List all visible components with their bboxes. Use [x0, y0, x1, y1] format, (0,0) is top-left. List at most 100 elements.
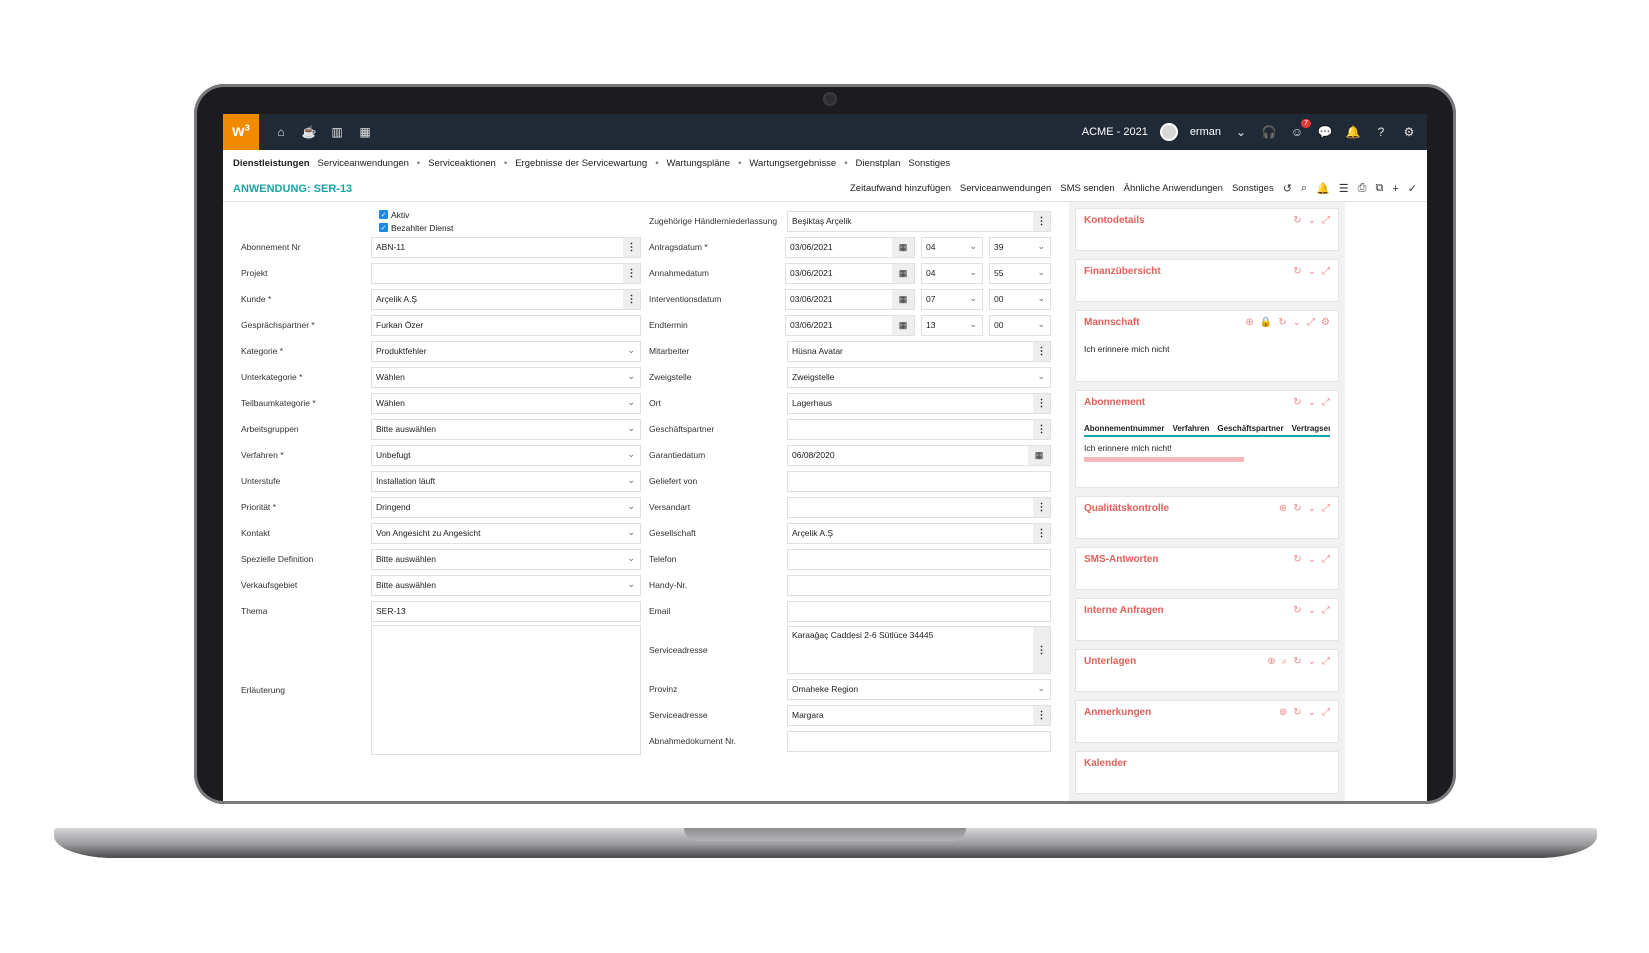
input-field[interactable]: Furkan Özer	[371, 314, 641, 336]
expand-icon[interactable]: ⤢	[1322, 397, 1330, 408]
input-field[interactable]	[787, 470, 1051, 492]
more-icon[interactable]: ⋮	[1033, 705, 1050, 725]
refresh-icon[interactable]: ↻	[1293, 266, 1301, 277]
haendler-field[interactable]: Beşiktaş Arçelik ⋮	[787, 210, 1051, 232]
more-icon[interactable]: ⋮	[1033, 627, 1050, 673]
panel-title[interactable]: Anmerkungen	[1084, 707, 1151, 718]
chevron-down-icon[interactable]: ⌄	[627, 579, 635, 590]
select-field[interactable]: Produktfehler ⌄	[371, 340, 641, 362]
calendar-icon[interactable]: ▦	[892, 263, 914, 283]
chevron-down-icon[interactable]: ⌄	[627, 553, 635, 564]
chevron-down-icon[interactable]: ⌄	[1037, 241, 1045, 252]
user-name[interactable]: erman	[1190, 126, 1221, 138]
add-icon[interactable]: ⊕	[1245, 317, 1253, 328]
chat-icon[interactable]: 💬	[1317, 124, 1333, 140]
input-field[interactable]: Hüsna Avatar ⋮	[787, 340, 1051, 362]
search-icon[interactable]: ⌕	[1301, 182, 1307, 195]
date-input[interactable]: 03/06/2021 ▦	[785, 288, 915, 310]
more-icon[interactable]: ⋮	[1033, 497, 1050, 517]
gear-icon[interactable]: ⚙	[1401, 124, 1417, 140]
check-icon[interactable]: ✓	[1408, 182, 1417, 195]
table-header[interactable]: Geschäftspartner	[1217, 424, 1283, 433]
date-input[interactable]: 03/06/2021 ▦	[785, 262, 915, 284]
chevron-down-icon[interactable]: ⌄	[1037, 293, 1045, 304]
hour-select[interactable]: 13 ⌄	[921, 314, 983, 336]
smiley-icon[interactable]: ☺ 7	[1289, 119, 1311, 140]
input-field[interactable]: ⋮	[787, 418, 1051, 440]
chevron-down-icon[interactable]: ⌄	[627, 501, 635, 512]
chevron-down-icon[interactable]: ⌄	[627, 397, 635, 408]
add-icon[interactable]: ⊕	[1267, 656, 1275, 667]
chevron-down-icon[interactable]: ⌄	[1308, 707, 1316, 718]
more-icon[interactable]: ⋮	[1033, 393, 1050, 413]
menu-item[interactable]: Wartungsergebnisse	[749, 158, 836, 169]
input-field[interactable]: Arçelik A.Ş ⋮	[371, 288, 641, 310]
bell-icon[interactable]: 🔔	[1345, 124, 1361, 140]
chevron-down-icon[interactable]: ⌄	[627, 423, 635, 434]
chart-icon[interactable]: ▥	[329, 124, 345, 140]
headset-icon[interactable]: 🎧	[1261, 124, 1277, 140]
table-header[interactable]: Verfahren	[1172, 424, 1209, 433]
more-icon[interactable]: ⋮	[623, 289, 640, 309]
table-header[interactable]: Abonnementnummer	[1084, 424, 1164, 433]
coffee-icon[interactable]: ☕	[301, 124, 317, 140]
chevron-down-icon[interactable]: ⌄	[969, 319, 977, 330]
select-field[interactable]: Von Angesicht zu Angesicht ⌄	[371, 522, 641, 544]
calendar-icon[interactable]: ▦	[357, 124, 373, 140]
minute-select[interactable]: 39 ⌄	[989, 236, 1051, 258]
more-icon[interactable]: ⋮	[1033, 341, 1050, 361]
hour-select[interactable]: 07 ⌄	[921, 288, 983, 310]
chevron-down-icon[interactable]: ⌄	[627, 527, 635, 538]
input-field[interactable]	[787, 548, 1051, 570]
menu-item[interactable]: Dienstplan	[856, 158, 901, 169]
menu-item-dienstleistungen[interactable]: Dienstleistungen	[233, 158, 310, 169]
action-button[interactable]: Serviceanwendungen	[960, 183, 1051, 194]
add-icon[interactable]: ⊕	[1279, 503, 1287, 514]
table-header[interactable]: Vertragsende	[1292, 424, 1330, 433]
chevron-down-icon[interactable]: ⌄	[627, 345, 635, 356]
more-icon[interactable]: ⋮	[1033, 211, 1050, 231]
chevron-down-icon[interactable]: ⌄	[1308, 656, 1316, 667]
input-field[interactable]	[787, 600, 1051, 622]
select-field[interactable]: Bitte auswählen ⌄	[371, 548, 641, 570]
menu-item[interactable]: Serviceaktionen	[428, 158, 496, 169]
add-icon[interactable]: +	[1392, 183, 1398, 195]
panel-title[interactable]: Interne Anfragen	[1084, 605, 1164, 616]
expand-icon[interactable]: ⤢	[1322, 215, 1330, 226]
refresh-icon[interactable]: ↻	[1278, 317, 1286, 328]
action-button[interactable]: Sonstiges	[1232, 183, 1274, 194]
menu-item[interactable]: Serviceanwendungen	[318, 158, 409, 169]
home-icon[interactable]: ⌂	[273, 124, 289, 140]
chevron-down-icon[interactable]: ⌄	[627, 475, 635, 486]
company-label[interactable]: ACME - 2021	[1082, 126, 1148, 138]
input-field[interactable]: Arçelik A.Ş ⋮	[787, 522, 1051, 544]
panel-title[interactable]: Kontodetails	[1084, 215, 1145, 226]
chevron-down-icon[interactable]: ⌄	[1308, 503, 1316, 514]
refresh-icon[interactable]: ↻	[1293, 707, 1301, 718]
panel-title[interactable]: Abonnement	[1084, 397, 1145, 408]
select-field[interactable]: Zweigstelle ⌄	[787, 366, 1051, 388]
expand-icon[interactable]: ⤢	[1307, 317, 1315, 328]
chevron-down-icon[interactable]: ⌄	[1037, 319, 1045, 330]
chevron-down-icon[interactable]: ⌄	[627, 449, 635, 460]
more-icon[interactable]: ⋮	[1033, 419, 1050, 439]
list-icon[interactable]: ☰	[1339, 182, 1349, 195]
select-field[interactable]: Omaheke Region ⌄	[787, 678, 1051, 700]
select-field[interactable]: Bitte auswählen ⌄	[371, 418, 641, 440]
more-icon[interactable]: ⋮	[1033, 523, 1050, 543]
address-textarea[interactable]: Karaağaç Caddesi 2-6 Sütlüce 34445 ⋮	[787, 626, 1051, 674]
chevron-down-icon[interactable]: ⌄	[969, 293, 977, 304]
refresh-icon[interactable]: ↻	[1293, 397, 1301, 408]
calendar-icon[interactable]: ▦	[892, 237, 914, 257]
chevron-down-icon[interactable]: ⌄	[1308, 605, 1316, 616]
chevron-down-icon[interactable]: ⌄	[1308, 554, 1316, 565]
select-field[interactable]: Bitte auswählen ⌄	[371, 574, 641, 596]
menu-item[interactable]: Ergebnisse der Servicewartung	[515, 158, 647, 169]
expand-icon[interactable]: ⤢	[1322, 503, 1330, 514]
action-button[interactable]: Zeitaufwand hinzufügen	[850, 183, 951, 194]
expand-icon[interactable]: ⤢	[1322, 605, 1330, 616]
add-icon[interactable]: ⊕	[1279, 707, 1287, 718]
date-input[interactable]: 03/06/2021 ▦	[785, 236, 915, 258]
input-field[interactable]: SER-13	[371, 600, 641, 622]
chevron-down-icon[interactable]: ⌄	[1233, 124, 1249, 140]
